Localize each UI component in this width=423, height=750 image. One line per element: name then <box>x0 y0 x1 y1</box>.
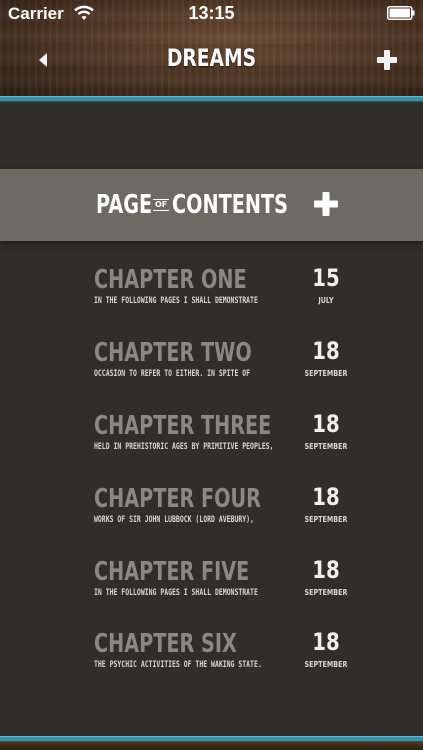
chapter-description: HELD IN PREHISTORIC AGES BY PRIMITIVE PE… <box>94 442 274 452</box>
page-title: DREAMS <box>166 44 257 72</box>
banner-word-page: PAGE <box>96 190 153 220</box>
banner-word-of: OF <box>153 199 170 211</box>
banner-title: PAGE OF CONTENTS <box>96 187 329 223</box>
chapter-title: CHAPTER SIX <box>94 629 237 659</box>
chapter-description: WORKS OF SIR JOHN LUBBOCK (LORD AVEBURY)… <box>94 515 254 525</box>
chapter-description: IN THE FOLLOWING PAGES I SHALL DEMONSTRA… <box>94 296 258 306</box>
chapter-description: THE PSYCHIC ACTIVITIES OF THE WAKING STA… <box>94 660 262 670</box>
chapter-date-day: 18 <box>312 410 340 438</box>
chapter-description: IN THE FOLLOWING PAGES I SHALL DEMONSTRA… <box>94 588 258 598</box>
chapter-item[interactable]: CHAPTER SIX THE PSYCHIC ACTIVITIES OF TH… <box>94 628 394 689</box>
add-chapter-button[interactable] <box>313 191 339 217</box>
chapter-date-day: 18 <box>312 483 340 511</box>
chapter-item[interactable]: CHAPTER FOUR WORKS OF SIR JOHN LUBBOCK (… <box>94 483 394 544</box>
chapter-title: CHAPTER THREE <box>94 411 272 441</box>
contents-banner: PAGE OF CONTENTS <box>0 169 423 241</box>
chapter-date-month: SEPTEMBER <box>304 369 348 378</box>
chapter-date-month: JULY <box>318 296 334 305</box>
chapter-date-day: 18 <box>312 556 340 584</box>
chapter-date-month: SEPTEMBER <box>304 588 348 597</box>
chapter-title: CHAPTER FIVE <box>94 557 250 587</box>
chapter-date-day: 18 <box>312 628 340 656</box>
chapter-title: CHAPTER ONE <box>94 265 247 295</box>
banner-word-contents: CONTENTS <box>172 190 289 220</box>
status-bar: Carrier 13:15 <box>0 0 423 28</box>
chapter-title: CHAPTER TWO <box>94 338 252 368</box>
navigation-bar: DREAMS <box>0 28 423 96</box>
plus-icon <box>314 192 338 216</box>
chapter-item[interactable]: CHAPTER THREE HELD IN PREHISTORIC AGES B… <box>94 410 394 471</box>
battery-icon <box>387 6 415 20</box>
chapter-date-day: 18 <box>312 337 340 365</box>
chapter-item[interactable]: CHAPTER TWO OCCASION TO REFER TO EITHER.… <box>94 337 394 398</box>
chapter-title: CHAPTER FOUR <box>94 484 261 514</box>
footer-background <box>0 742 423 750</box>
chapter-date-month: SEPTEMBER <box>304 660 348 669</box>
chapter-description: OCCASION TO REFER TO EITHER. IN SPITE OF <box>94 369 251 379</box>
chapter-item[interactable]: CHAPTER FIVE IN THE FOLLOWING PAGES I SH… <box>94 556 394 617</box>
contents-panel: PAGE OF CONTENTS CHAPTER ONE IN THE FOLL… <box>0 102 423 736</box>
status-time: 13:15 <box>188 3 235 23</box>
chapter-date-month: SEPTEMBER <box>304 442 348 451</box>
plus-icon <box>377 50 397 70</box>
chapter-date-month: SEPTEMBER <box>304 515 348 524</box>
chapter-item[interactable]: CHAPTER ONE IN THE FOLLOWING PAGES I SHA… <box>94 264 394 325</box>
add-button[interactable] <box>375 48 399 72</box>
chapter-date-day: 15 <box>312 264 340 292</box>
